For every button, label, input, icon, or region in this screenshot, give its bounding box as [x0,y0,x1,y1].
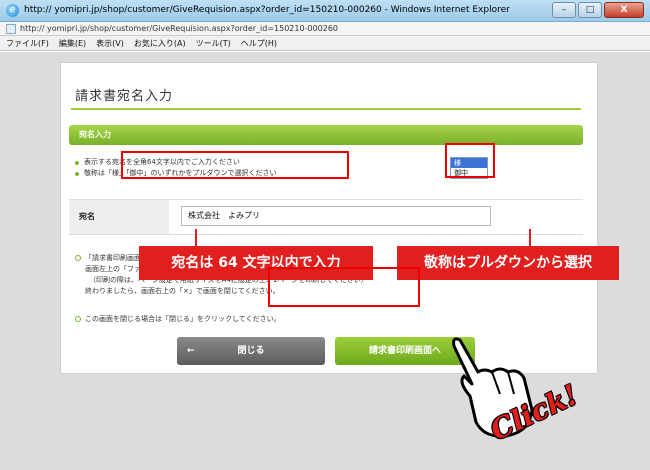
ring-bullet-icon [75,316,81,322]
addressee-label: 宛名 [69,200,169,234]
page-icon [6,24,16,34]
addressee-input[interactable]: 株式会社 よみプリ [181,206,491,226]
menu-tools[interactable]: ツール(T) [196,36,231,50]
print-highlight-box [268,267,420,307]
ring-bullet-icon [75,255,81,261]
callout-honorific: 敬称はプルダウンから選択 [397,246,619,280]
callout-connector [529,229,531,247]
arrow-left-icon: ← [187,346,195,356]
menu-file[interactable]: ファイル(F) [6,36,49,50]
addressee-row: 宛名 株式会社 よみプリ [69,199,583,235]
address-bar[interactable]: http:// yomipri.jp/shop/customer/GiveReq… [0,22,650,36]
menu-view[interactable]: 表示(V) [96,36,124,50]
select-highlight-box [445,143,495,178]
callout-connector [195,229,197,247]
content-panel: 請求書宛名入力 宛名入力 表示する宛名を全角64文字以内でご入力ください 敬称は… [60,62,598,374]
minimize-button[interactable]: – [552,2,576,18]
internet-explorer-icon: e [6,4,19,17]
input-highlight-box [121,151,349,179]
menu-edit[interactable]: 編集(E) [59,36,86,50]
window-title: http:// yomipri.jp/shop/customer/GiveReq… [24,5,510,15]
close-button-label: 閉じる [237,346,265,356]
title-divider [71,108,581,110]
menu-favorites[interactable]: お気に入り(A) [134,36,186,50]
close-button[interactable]: ← 閉じる [177,337,325,365]
section-header: 宛名入力 [69,125,583,145]
window-controls: – □ X [552,2,644,18]
window-titlebar: e http:// yomipri.jp/shop/customer/GiveR… [0,0,650,22]
menu-bar: ファイル(F) 編集(E) 表示(V) お気に入り(A) ツール(T) ヘルプ(… [0,36,650,51]
menu-help[interactable]: ヘルプ(H) [241,36,277,50]
address-url[interactable]: http:// yomipri.jp/shop/customer/GiveReq… [20,24,338,33]
page-title: 請求書宛名入力 [75,89,174,104]
close-window-button[interactable]: X [604,2,644,18]
close-instruction: この画面を閉じる場合は「閉じる」をクリックしてください。 [75,314,281,324]
bullet-icon [75,160,79,165]
maximize-button[interactable]: □ [578,2,602,18]
bullet-icon [75,171,79,176]
